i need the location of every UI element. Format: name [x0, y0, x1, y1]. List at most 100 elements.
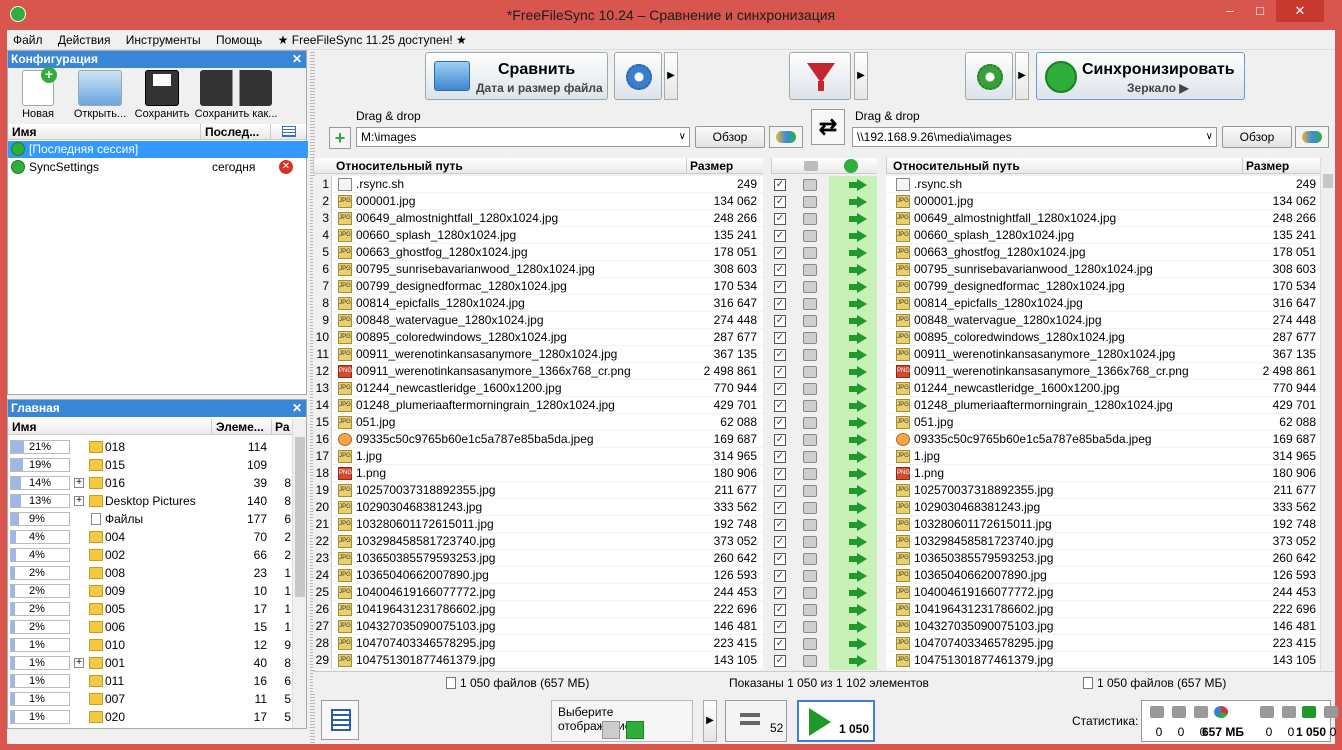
left-folder-input[interactable]: M:\images ∨: [356, 127, 690, 147]
table-row[interactable]: 9 JPG 00848_watervague_1280x1024.jpg 274 44…: [313, 312, 763, 329]
row-checkbox[interactable]: ✓: [774, 451, 786, 463]
row-checkbox[interactable]: ✓: [774, 349, 786, 361]
row-checkbox[interactable]: ✓: [774, 570, 786, 582]
row-checkbox[interactable]: ✓: [774, 553, 786, 565]
tree-row[interactable]: 1% 011 16 6: [8, 672, 293, 690]
sync-direction-arrow-icon[interactable]: [849, 536, 867, 548]
sync-direction-arrow-icon[interactable]: [849, 519, 867, 531]
sync-direction-arrow-icon[interactable]: [849, 281, 867, 293]
camera-icon[interactable]: [602, 721, 620, 739]
menu-actions[interactable]: Действия: [52, 30, 117, 50]
tree-row[interactable]: 9% Файлы 177 6: [8, 510, 293, 528]
compare-button[interactable]: Сравнить Дата и размер файла: [425, 52, 608, 100]
sync-direction-arrow-icon[interactable]: [849, 264, 867, 276]
swap-sides-button[interactable]: ⇄: [811, 109, 845, 145]
sync-direction-arrow-icon[interactable]: [849, 468, 867, 480]
sync-direction-arrow-icon[interactable]: [849, 349, 867, 361]
sync-direction-arrow-icon[interactable]: [849, 247, 867, 259]
table-row[interactable]: JPG 1029030468381243.jpg 333 562: [886, 499, 1320, 516]
table-row[interactable]: JPG 00795_sunrisebavarianwood_1280x1024.j…: [886, 261, 1320, 278]
sync-direction-arrow-icon[interactable]: [849, 587, 867, 599]
row-checkbox[interactable]: ✓: [774, 485, 786, 497]
menu-help[interactable]: Помощь: [210, 30, 268, 50]
sync-settings-button[interactable]: [965, 52, 1013, 100]
sync-direction-arrow-icon[interactable]: [849, 298, 867, 310]
table-row[interactable]: 5 JPG 00663_ghostfog_1280x1024.jpg 178 051: [313, 244, 763, 261]
row-checkbox[interactable]: ✓: [774, 536, 786, 548]
row-checkbox[interactable]: ✓: [774, 315, 786, 327]
table-row[interactable]: 16 09335c50c9765b60e1c5a787e85ba5da.jpeg 1…: [313, 431, 763, 448]
table-row[interactable]: 18 PNG 1.png 180 906: [313, 465, 763, 482]
tree-row[interactable]: 1% 020 17 5: [8, 708, 293, 726]
table-row[interactable]: JPG 051.jpg 62 088: [886, 414, 1320, 431]
grid-scrollbar[interactable]: [1320, 158, 1334, 670]
right-col-path[interactable]: Относительный путь: [886, 158, 1242, 174]
remove-session-icon[interactable]: ✕: [279, 160, 293, 174]
expand-icon[interactable]: +: [74, 658, 84, 668]
grid-scroll-thumb[interactable]: [1323, 174, 1333, 188]
sync-direction-arrow-icon[interactable]: [849, 553, 867, 565]
table-row[interactable]: JPG 102570037318892355.jpg 211 677: [886, 482, 1320, 499]
sync-icon[interactable]: [844, 159, 858, 173]
sync-direction-arrow-icon[interactable]: [849, 332, 867, 344]
save-config-button[interactable]: Сохранить: [132, 70, 192, 120]
table-row[interactable]: JPG 103280601172615011.jpg 192 748: [886, 516, 1320, 533]
session-last[interactable]: [Последняя сессия]: [8, 141, 308, 158]
add-folder-pair-button[interactable]: +: [329, 127, 351, 149]
overview-scroll-thumb[interactable]: [295, 437, 305, 597]
table-row[interactable]: 20 JPG 1029030468381243.jpg 333 562: [313, 499, 763, 516]
row-checkbox[interactable]: ✓: [774, 179, 786, 191]
table-row[interactable]: JPG 10365040662007890.jpg 126 593: [886, 567, 1320, 584]
tree-row[interactable]: 2% 005 17 1: [8, 600, 293, 618]
row-checkbox[interactable]: ✓: [774, 383, 786, 395]
table-row[interactable]: 11 JPG 00911_werenotinkansasanymore_1280x1…: [313, 346, 763, 363]
row-checkbox[interactable]: ✓: [774, 247, 786, 259]
row-checkbox[interactable]: ✓: [774, 213, 786, 225]
config-col-menu[interactable]: [270, 124, 306, 140]
row-checkbox[interactable]: ✓: [774, 400, 786, 412]
row-checkbox[interactable]: ✓: [774, 502, 786, 514]
table-row[interactable]: 29 JPG 104751301877461379.jpg 143 105: [313, 652, 763, 669]
sync-direction-arrow-icon[interactable]: [849, 638, 867, 650]
left-col-path[interactable]: Относительный путь: [313, 158, 686, 174]
table-row[interactable]: 4 JPG 00660_splash_1280x1024.jpg 135 241: [313, 227, 763, 244]
right-cloud-button[interactable]: [1295, 126, 1329, 148]
row-checkbox[interactable]: ✓: [774, 264, 786, 276]
left-browse-button[interactable]: Обзор: [695, 126, 765, 148]
config-list-button[interactable]: [321, 700, 359, 740]
tree-row[interactable]: 19% 015 109: [8, 456, 293, 474]
table-row[interactable]: JPG 00848_watervague_1280x1024.jpg 274 448: [886, 312, 1320, 329]
table-row[interactable]: 14 JPG 01248_plumeriaaftermorningrain_1280…: [313, 397, 763, 414]
open-config-button[interactable]: Открыть...: [68, 70, 132, 120]
expand-icon[interactable]: +: [74, 496, 84, 506]
table-row[interactable]: .rsync.sh 249: [886, 176, 1320, 193]
right-folder-input[interactable]: \\192.168.9.26\media\images ∨: [852, 127, 1217, 147]
row-checkbox[interactable]: ✓: [774, 519, 786, 531]
table-row[interactable]: 17 JPG 1.jpg 314 965: [313, 448, 763, 465]
compare-dropdown-button[interactable]: ▶: [664, 52, 678, 100]
overview-scrollbar[interactable]: [292, 419, 306, 728]
table-row[interactable]: PNG 1.png 180 906: [886, 465, 1320, 482]
table-row[interactable]: 7 JPG 00799_designedformac_1280x1024.jpg 17…: [313, 278, 763, 295]
tree-row[interactable]: 13% + Desktop Pictures 140 8: [8, 492, 293, 510]
sync-direction-arrow-icon[interactable]: [849, 434, 867, 446]
chevron-down-icon[interactable]: ∨: [679, 128, 686, 146]
sync-direction-arrow-icon[interactable]: [849, 179, 867, 191]
row-checkbox[interactable]: ✓: [774, 417, 786, 429]
right-col-size[interactable]: Размер: [1242, 158, 1320, 174]
config-col-name[interactable]: Имя: [8, 124, 200, 140]
save-as-config-button[interactable]: Сохранить как...: [194, 70, 278, 120]
maximize-button[interactable]: □: [1246, 0, 1274, 22]
sync-direction-arrow-icon[interactable]: [849, 417, 867, 429]
row-checkbox[interactable]: ✓: [774, 655, 786, 667]
tree-row[interactable]: 2% 009 10 1: [8, 582, 293, 600]
view-dropdown-button[interactable]: ▶: [703, 700, 717, 742]
tree-row[interactable]: 4% 004 70 2: [8, 528, 293, 546]
new-config-button[interactable]: + Новая: [12, 67, 64, 120]
tree-row[interactable]: 21% 018 114: [8, 438, 293, 456]
table-row[interactable]: JPG 103298458581723740.jpg 373 052: [886, 533, 1320, 550]
table-row[interactable]: 1 .rsync.sh 249: [313, 176, 763, 193]
row-checkbox[interactable]: ✓: [774, 281, 786, 293]
sync-icon[interactable]: [626, 721, 644, 739]
minimize-button[interactable]: –: [1216, 0, 1244, 22]
